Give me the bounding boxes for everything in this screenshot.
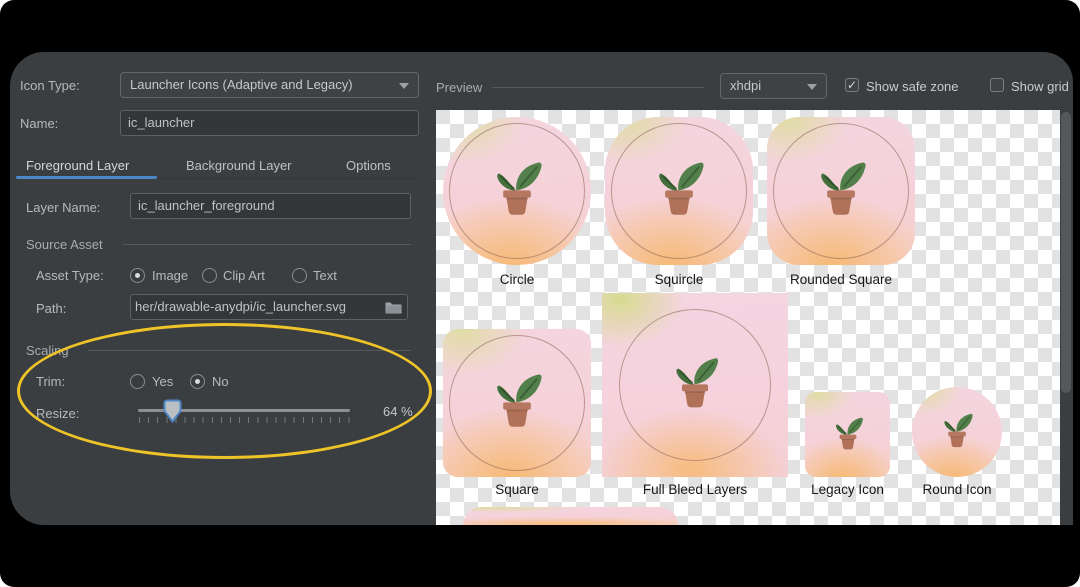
asset-studio-panel: Icon Type: Launcher Icons (Adaptive and … bbox=[10, 52, 1073, 525]
highlight-ellipse-annotation bbox=[17, 323, 432, 459]
show-grid-label: Show grid bbox=[1011, 79, 1069, 94]
layer-name-label: Layer Name: bbox=[26, 200, 101, 215]
icon-label-round: Round Icon bbox=[922, 482, 992, 497]
path-value: her/drawable-anydpi/ic_launcher.svg bbox=[135, 299, 347, 314]
show-safe-zone-checkbox[interactable]: ✓ bbox=[845, 78, 859, 92]
checkmark-icon: ✓ bbox=[846, 78, 858, 92]
radio-image[interactable] bbox=[130, 268, 145, 283]
plant-icon bbox=[808, 156, 874, 222]
icon-label-circle: Circle bbox=[499, 272, 535, 287]
icon-preview-circle bbox=[443, 117, 591, 265]
layer-name-input[interactable]: ic_launcher_foreground bbox=[130, 193, 411, 219]
icon-label-squircle: Squircle bbox=[654, 272, 704, 287]
source-asset-divider bbox=[123, 244, 411, 245]
preview-divider bbox=[492, 87, 704, 88]
radio-text-label: Text bbox=[313, 268, 337, 283]
plant-icon bbox=[828, 413, 868, 453]
icon-type-label: Icon Type: bbox=[20, 78, 80, 93]
path-input[interactable]: her/drawable-anydpi/ic_launcher.svg bbox=[130, 294, 408, 320]
radio-image-label: Image bbox=[152, 268, 189, 283]
icon-label-full-bleed: Full Bleed Layers bbox=[642, 482, 748, 497]
icon-preview-full-bleed bbox=[602, 293, 788, 477]
active-tab-indicator bbox=[16, 176, 157, 179]
icon-label-rounded-square: Rounded Square bbox=[789, 272, 893, 287]
plant-icon bbox=[646, 156, 712, 222]
show-grid-checkbox[interactable] bbox=[990, 78, 1004, 92]
chevron-down-icon bbox=[807, 84, 817, 90]
screenshot-stage: Icon Type: Launcher Icons (Adaptive and … bbox=[0, 0, 1080, 587]
radio-clip-art[interactable] bbox=[202, 268, 217, 283]
plant-icon bbox=[936, 410, 978, 452]
tab-background-layer[interactable]: Background Layer bbox=[186, 158, 292, 173]
icon-label-legacy: Legacy Icon bbox=[811, 482, 884, 497]
chevron-down-icon bbox=[399, 83, 409, 89]
density-dropdown[interactable]: xhdpi bbox=[720, 73, 827, 99]
asset-type-label: Asset Type: bbox=[36, 268, 104, 283]
preview-canvas: Circle Squircle Rounded Square Square Fu… bbox=[436, 110, 1060, 525]
icon-type-dropdown[interactable]: Launcher Icons (Adaptive and Legacy) bbox=[120, 72, 419, 98]
radio-clip-art-label: Clip Art bbox=[223, 268, 265, 283]
path-label: Path: bbox=[36, 301, 67, 316]
icon-preview-square bbox=[443, 329, 591, 477]
icon-preview-round bbox=[912, 387, 1002, 477]
preview-scrollbar[interactable] bbox=[1061, 112, 1071, 393]
tab-foreground-layer[interactable]: Foreground Layer bbox=[26, 158, 129, 173]
plant-icon bbox=[484, 156, 550, 222]
icon-preview-partial-next-row bbox=[463, 507, 678, 525]
preview-title: Preview bbox=[436, 80, 483, 95]
show-safe-zone-label: Show safe zone bbox=[866, 79, 959, 94]
plant-icon bbox=[664, 352, 726, 414]
density-value: xhdpi bbox=[730, 78, 762, 93]
icon-preview-squircle bbox=[605, 117, 753, 265]
name-label: Name: bbox=[20, 116, 59, 131]
icon-type-value: Launcher Icons (Adaptive and Legacy) bbox=[130, 77, 353, 92]
tab-options[interactable]: Options bbox=[346, 158, 391, 173]
radio-text[interactable] bbox=[292, 268, 307, 283]
icon-label-square: Square bbox=[495, 482, 539, 497]
plant-icon bbox=[484, 368, 550, 434]
icon-preview-rounded-square bbox=[767, 117, 915, 265]
folder-icon[interactable] bbox=[385, 301, 402, 314]
source-asset-section-title: Source Asset bbox=[26, 237, 103, 252]
icon-preview-legacy bbox=[805, 392, 890, 477]
name-input[interactable]: ic_launcher bbox=[120, 110, 419, 136]
